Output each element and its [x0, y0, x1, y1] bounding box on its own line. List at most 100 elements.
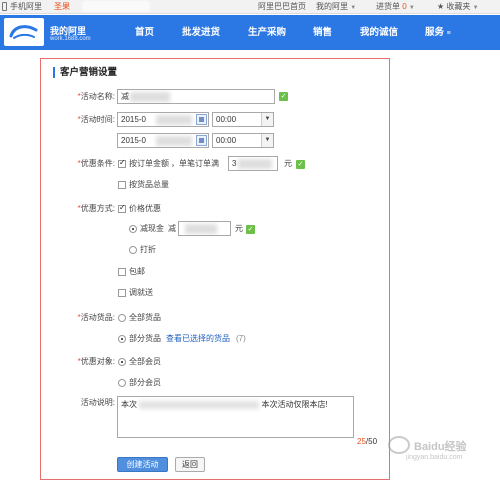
description-char-counter: 25/50	[357, 437, 377, 446]
start-date-value: 2015-0	[121, 115, 146, 124]
chevron-down-icon: ▼	[472, 5, 479, 11]
alibaba-home-link[interactable]: 阿里巴巴首页	[258, 2, 306, 12]
cash-reduce-prefix: 减	[168, 224, 176, 233]
watermark-text: Baidu经验	[414, 441, 467, 453]
price-discount-option: 价格优惠	[129, 204, 161, 213]
alibaba-logo-icon	[9, 25, 38, 39]
cash-reduce-radio[interactable]	[129, 225, 137, 233]
top-utility-bar: 手机阿里 圣果 阿里巴巴首页 我的阿里 ▼ 进货单 0 ▼ ★ 收藏夹 ▼	[0, 0, 500, 14]
discount-option: 打折	[140, 245, 156, 254]
start-time-select[interactable]: 00:00 ▼	[212, 112, 274, 127]
my-alibaba-label: 我的阿里	[316, 2, 348, 11]
nav-item-home[interactable]: 首页	[135, 27, 154, 38]
calendar-icon[interactable]	[196, 114, 207, 125]
nav-item-credit[interactable]: 我的诚信	[360, 27, 398, 38]
order-amount-text: ，单笔订单满	[171, 159, 219, 168]
free-shipping-option: 包邮	[129, 267, 145, 276]
order-amount-checkbox[interactable]	[118, 158, 126, 168]
activity-goods-label: *活动货品:	[77, 313, 115, 322]
favorites-menu[interactable]: ★ 收藏夹 ▼	[437, 2, 479, 13]
gift-checkbox[interactable]	[118, 289, 126, 297]
all-goods-radio[interactable]	[118, 314, 126, 322]
activity-time-label: *活动时间:	[77, 115, 115, 124]
activity-name-value: 减	[121, 92, 129, 101]
purchase-list-menu[interactable]: 进货单 0 ▼	[376, 2, 415, 13]
description-text-start: 本次	[121, 400, 137, 409]
activity-description-label: 活动说明:	[80, 398, 115, 407]
watermark-url: jingyan.baidu.com	[406, 454, 463, 461]
start-date-input[interactable]: 2015-0	[117, 112, 209, 127]
calendar-icon[interactable]	[196, 135, 207, 146]
blurred-username	[82, 1, 150, 12]
nav-item-wholesale[interactable]: 批发进货	[182, 27, 220, 38]
blurred-text	[156, 136, 192, 146]
blurred-text	[156, 115, 192, 125]
chevron-down-icon: ▼	[261, 134, 273, 147]
price-discount-checkbox[interactable]	[118, 203, 126, 213]
blurred-text	[238, 159, 272, 169]
description-text-end: 本次活动仅限本店!	[261, 400, 328, 409]
mobile-alibaba-link[interactable]: 手机阿里	[10, 2, 42, 12]
end-time-select[interactable]: 00:00 ▼	[212, 133, 274, 148]
end-date-value: 2015-0	[121, 136, 146, 145]
chevron-down-icon: ▼	[408, 5, 415, 11]
check-ok-icon: ✓	[296, 160, 305, 169]
partial-goods-option: 部分货品	[129, 334, 161, 343]
end-time-value: 00:00	[216, 136, 237, 145]
char-count-current: 25	[357, 437, 366, 446]
activity-name-input[interactable]: 减	[117, 89, 275, 104]
all-members-radio[interactable]	[118, 358, 126, 366]
quantity-checkbox[interactable]	[118, 181, 126, 189]
blurred-text	[185, 224, 217, 234]
create-activity-button[interactable]: 创建活动	[117, 457, 168, 472]
purchase-count-badge: 0	[402, 2, 407, 11]
gift-option: 调就送	[129, 288, 153, 297]
user-name-link[interactable]: 圣果	[54, 2, 70, 12]
end-date-input[interactable]: 2015-0	[117, 133, 209, 148]
back-button[interactable]: 返回	[175, 457, 205, 472]
nav-item-services-label: 服务	[425, 27, 445, 38]
order-amount-input[interactable]: 3	[228, 156, 278, 171]
nav-item-production[interactable]: 生产采购	[248, 27, 286, 38]
check-ok-icon: ✓	[246, 225, 255, 234]
alibaba-logo[interactable]	[4, 18, 44, 46]
favorites-label: 收藏夹	[446, 2, 471, 11]
my-alibaba-menu[interactable]: 我的阿里 ▼	[316, 2, 356, 13]
view-selected-goods-link[interactable]: 查看已选择的货品	[166, 334, 230, 344]
check-ok-icon: ✓	[279, 92, 288, 101]
all-members-option: 全部会员	[129, 357, 161, 366]
partial-members-option: 部分会员	[129, 378, 161, 387]
yuan-unit-label: 元	[284, 159, 292, 168]
chevron-down-icon: ▼	[261, 113, 273, 126]
activity-name-label: *活动名称:	[77, 92, 115, 101]
selected-goods-count: (7)	[236, 334, 246, 343]
nav-item-sales[interactable]: 销售	[313, 27, 332, 38]
activity-description-textarea[interactable]: 本次 本次活动仅限本店!	[117, 396, 354, 438]
partial-goods-radio[interactable]	[118, 335, 126, 343]
all-goods-option: 全部货品	[129, 313, 161, 322]
cash-reduce-input[interactable]	[178, 221, 231, 236]
brand-url: work.1688.com	[50, 36, 91, 42]
blurred-text	[139, 400, 260, 409]
blurred-text	[130, 92, 170, 102]
free-shipping-checkbox[interactable]	[118, 268, 126, 276]
discount-condition-label: *优惠条件:	[77, 159, 115, 168]
order-amount-option: 按订单金额	[129, 159, 169, 168]
partial-members-radio[interactable]	[118, 379, 126, 387]
order-amount-value: 3	[232, 159, 237, 168]
main-navigation: 我的阿里 work.1688.com 首页 批发进货 生产采购 销售 我的诚信 …	[0, 15, 500, 50]
quantity-option: 按货品总量	[129, 180, 169, 189]
purchase-list-label: 进货单	[376, 2, 400, 11]
nav-item-services[interactable]: 服务 ≡	[425, 27, 451, 39]
chevron-down-icon: ▼	[350, 5, 357, 11]
cash-reduce-option: 减现金	[140, 224, 164, 233]
start-time-value: 00:00	[216, 115, 237, 124]
discount-radio[interactable]	[129, 246, 137, 254]
panel-title: 客户营销设置	[53, 67, 117, 78]
discount-target-label: *优惠对象:	[77, 357, 115, 366]
menu-lines-icon: ≡	[446, 30, 451, 37]
char-count-max: /50	[365, 437, 378, 446]
marketing-settings-panel: 客户营销设置 *活动名称: 减 ✓ *活动时间: 2015-0 00:00 ▼ …	[40, 58, 390, 480]
star-icon: ★	[437, 2, 445, 11]
baidu-jingyan-watermark: Baidu经验 jingyan.baidu.com	[380, 430, 490, 470]
